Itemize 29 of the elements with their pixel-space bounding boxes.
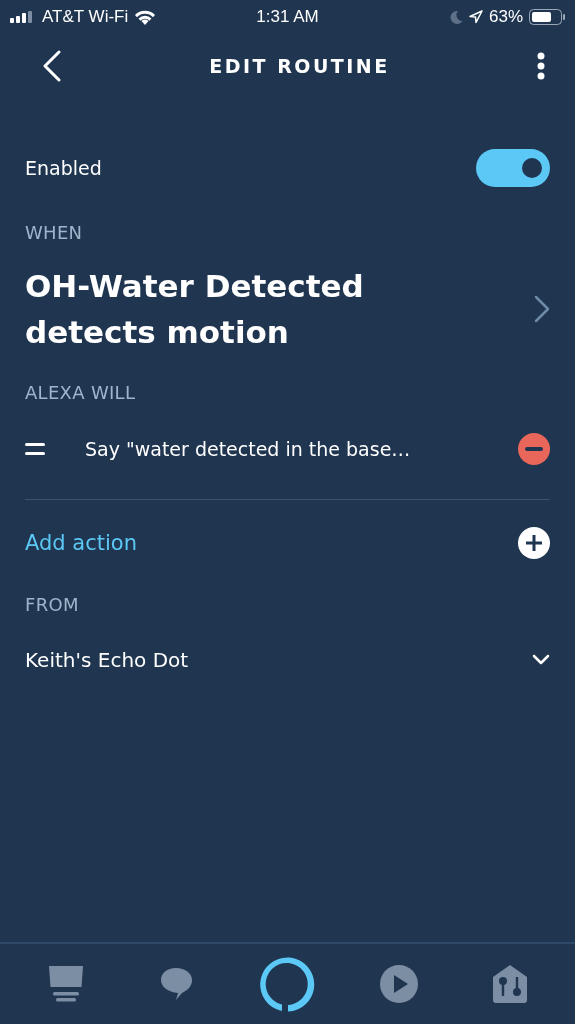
back-icon[interactable]	[42, 50, 62, 82]
enabled-toggle[interactable]	[476, 149, 550, 187]
section-label: ALEXA WILL	[25, 382, 137, 403]
battery-icon	[529, 9, 565, 25]
add-action-link[interactable]: Add action	[25, 531, 137, 555]
smart-home-icon[interactable]	[491, 964, 528, 1004]
alexa-ring-icon[interactable]	[258, 955, 317, 1013]
wifi-icon	[134, 9, 157, 25]
section-label: WHEN	[25, 222, 84, 243]
screen-title: EDIT ROUTINE	[209, 55, 390, 77]
device-name[interactable]: Keith's Echo Dot	[25, 648, 189, 672]
location-icon	[468, 10, 483, 24]
screen-icon[interactable]	[47, 965, 84, 1003]
chevron-right-icon[interactable]	[534, 295, 550, 323]
play-icon[interactable]	[379, 965, 418, 1003]
add-icon[interactable]	[518, 527, 550, 559]
drag-handle-icon[interactable]	[25, 442, 45, 456]
trigger-text[interactable]: OH-Water Detected detects motion	[25, 263, 445, 355]
carrier-name: AT&T Wi-Fi	[42, 7, 129, 27]
battery-percent: 63%	[488, 7, 523, 27]
remove-icon[interactable]	[518, 433, 550, 465]
speech-bubble-icon[interactable]	[159, 967, 194, 1001]
action-text[interactable]: Say "water detected in the base…	[85, 438, 518, 460]
enabled-label: Enabled	[25, 157, 102, 179]
more-icon[interactable]	[537, 52, 545, 80]
chevron-down-icon[interactable]	[532, 654, 550, 666]
section-label: FROM	[25, 594, 80, 615]
clock-time: 1:31 AM	[256, 7, 319, 27]
moon-icon	[448, 10, 463, 24]
